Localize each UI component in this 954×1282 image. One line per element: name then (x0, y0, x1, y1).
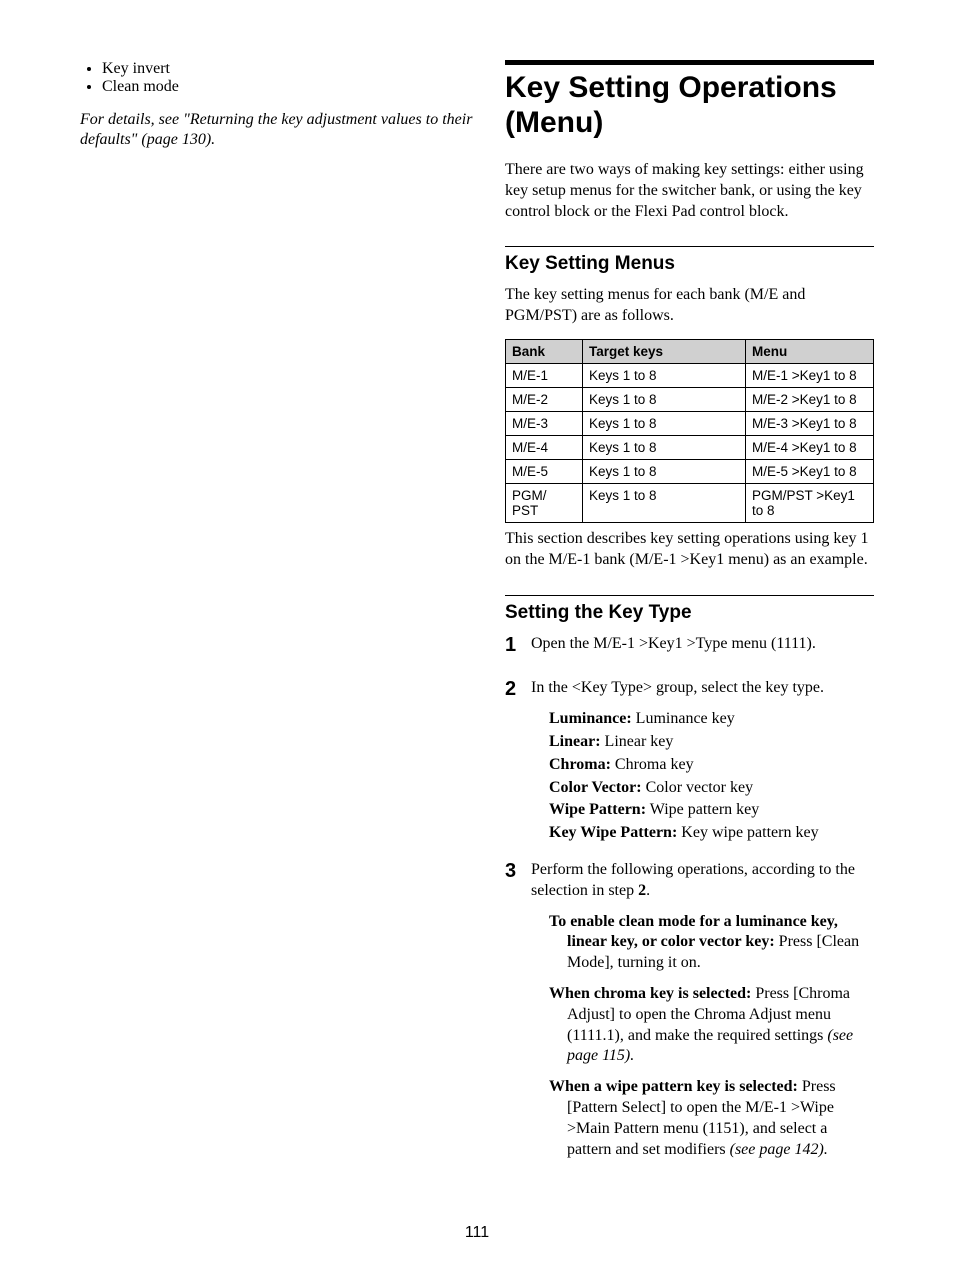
keytype-item: Linear: Linear key (549, 732, 874, 753)
step-text: In the <Key Type> group, select the key … (531, 678, 874, 699)
keytype-label: Key Wipe Pattern: (549, 824, 677, 841)
keytype-item: Chroma: Chroma key (549, 755, 874, 776)
step-item: 1 Open the M/E-1 >Key1 >Type menu (1111)… (505, 634, 874, 665)
table-cell: Keys 1 to 8 (583, 459, 746, 483)
section-heading: Setting the Key Type (505, 602, 874, 624)
left-column: Key invert Clean mode For details, see "… (80, 60, 475, 1184)
keytype-desc: Luminance key (632, 710, 735, 727)
table-cell: M/E-1 (506, 363, 583, 387)
section-rule (505, 246, 874, 247)
step-list: 1 Open the M/E-1 >Key1 >Type menu (1111)… (505, 634, 874, 1171)
sub-item: When a wipe pattern key is selected: Pre… (549, 1077, 874, 1160)
list-item: Key invert (102, 60, 475, 78)
keytype-item: Color Vector: Color vector key (549, 778, 874, 799)
sub-item: When chroma key is selected: Press [Chro… (549, 984, 874, 1067)
table-cell: Keys 1 to 8 (583, 387, 746, 411)
bullet-list: Key invert Clean mode (80, 60, 475, 96)
page-number: 111 (80, 1224, 874, 1242)
keytype-desc: Chroma key (611, 756, 694, 773)
table-row: M/E-3 Keys 1 to 8 M/E-3 >Key1 to 8 (506, 411, 874, 435)
sub-lead: When a wipe pattern key is selected: (549, 1078, 802, 1095)
keytype-desc: Linear key (601, 733, 674, 750)
sub-lead: When chroma key is selected: (549, 985, 755, 1002)
keytype-label: Chroma: (549, 756, 611, 773)
step3-sublist: To enable clean mode for a luminance key… (549, 912, 874, 1161)
sub-item: To enable clean mode for a luminance key… (549, 912, 874, 974)
table-cell: M/E-2 (506, 387, 583, 411)
step-number: 3 (505, 860, 531, 881)
intro-paragraph: There are two ways of making key setting… (505, 160, 874, 222)
table-header: Bank (506, 339, 583, 363)
table-cell: M/E-4 >Key1 to 8 (746, 435, 874, 459)
keytype-list: Luminance: Luminance key Linear: Linear … (549, 709, 874, 844)
right-column: Key Setting Operations (Menu) There are … (505, 60, 874, 1184)
keytype-label: Luminance: (549, 710, 632, 727)
sub-ital: (see page 142). (730, 1141, 828, 1158)
keytype-item: Luminance: Luminance key (549, 709, 874, 730)
table-cell: Keys 1 to 8 (583, 435, 746, 459)
bank-table: Bank Target keys Menu M/E-1 Keys 1 to 8 … (505, 339, 874, 523)
step-number: 1 (505, 634, 531, 655)
main-heading: Key Setting Operations (Menu) (505, 71, 874, 140)
table-cell: M/E-4 (506, 435, 583, 459)
step-body: Perform the following operations, accord… (531, 860, 874, 1170)
step-item: 3 Perform the following operations, acco… (505, 860, 874, 1170)
table-cell: Keys 1 to 8 (583, 411, 746, 435)
after-table-paragraph: This section describes key setting opera… (505, 529, 874, 571)
section-lead: The key setting menus for each bank (M/E… (505, 285, 874, 327)
keytype-desc: Color vector key (642, 779, 754, 796)
table-cell: PGM/ PST (506, 483, 583, 522)
table-cell: M/E-1 >Key1 to 8 (746, 363, 874, 387)
heading-rule (505, 60, 874, 65)
table-row: M/E-4 Keys 1 to 8 M/E-4 >Key1 to 8 (506, 435, 874, 459)
section-heading: Key Setting Menus (505, 253, 874, 275)
table-cell: M/E-3 >Key1 to 8 (746, 411, 874, 435)
step-item: 2 In the <Key Type> group, select the ke… (505, 678, 874, 846)
table-cell: Keys 1 to 8 (583, 483, 746, 522)
table-cell: M/E-5 >Key1 to 8 (746, 459, 874, 483)
step-reference: 2 (638, 882, 646, 899)
table-row: PGM/ PST Keys 1 to 8 PGM/PST >Key1 to 8 (506, 483, 874, 522)
table-row: M/E-2 Keys 1 to 8 M/E-2 >Key1 to 8 (506, 387, 874, 411)
table-header: Menu (746, 339, 874, 363)
table-row: M/E-1 Keys 1 to 8 M/E-1 >Key1 to 8 (506, 363, 874, 387)
table-cell: M/E-5 (506, 459, 583, 483)
table-row: M/E-5 Keys 1 to 8 M/E-5 >Key1 to 8 (506, 459, 874, 483)
details-reference: For details, see "Returning the key adju… (80, 110, 475, 150)
step-text: Open the M/E-1 >Key1 >Type menu (1111). (531, 634, 874, 655)
step-body: Open the M/E-1 >Key1 >Type menu (1111). (531, 634, 874, 665)
keytype-desc: Wipe pattern key (646, 801, 759, 818)
section-rule (505, 595, 874, 596)
list-item: Clean mode (102, 78, 475, 96)
keytype-label: Color Vector: (549, 779, 642, 796)
page-content: Key invert Clean mode For details, see "… (80, 60, 874, 1184)
table-cell: M/E-3 (506, 411, 583, 435)
table-cell: Keys 1 to 8 (583, 363, 746, 387)
keytype-label: Wipe Pattern: (549, 801, 646, 818)
keytype-desc: Key wipe pattern key (677, 824, 818, 841)
step-body: In the <Key Type> group, select the key … (531, 678, 874, 846)
step-text: Perform the following operations, accord… (531, 860, 874, 902)
table-cell: PGM/PST >Key1 to 8 (746, 483, 874, 522)
table-header: Target keys (583, 339, 746, 363)
keytype-item: Key Wipe Pattern: Key wipe pattern key (549, 823, 874, 844)
keytype-item: Wipe Pattern: Wipe pattern key (549, 800, 874, 821)
keytype-label: Linear: (549, 733, 601, 750)
table-cell: M/E-2 >Key1 to 8 (746, 387, 874, 411)
step-number: 2 (505, 678, 531, 699)
table-header-row: Bank Target keys Menu (506, 339, 874, 363)
